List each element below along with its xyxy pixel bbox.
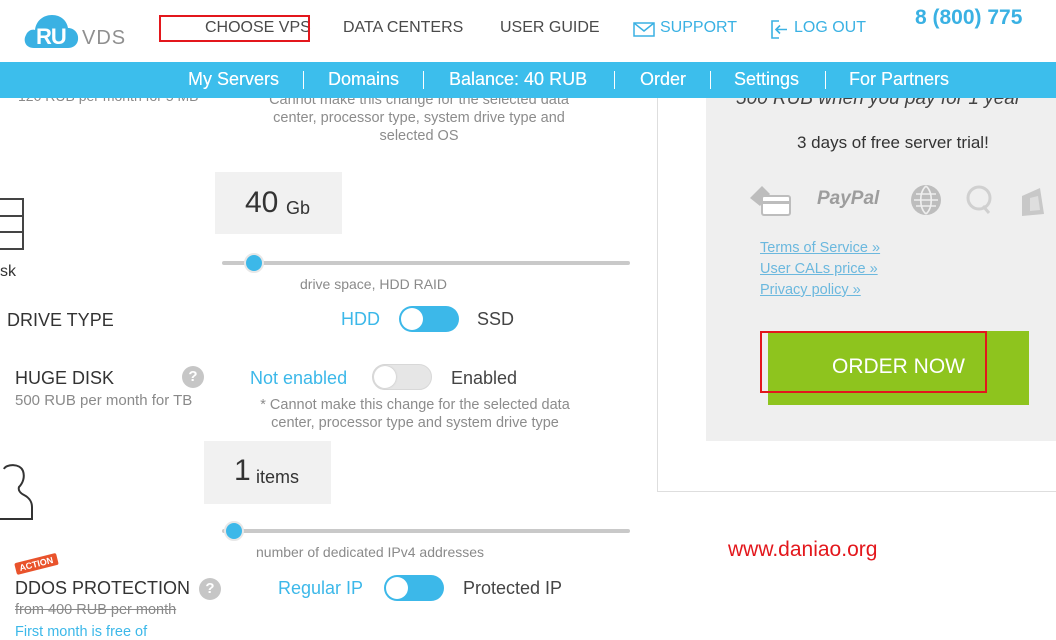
user-icon — [0, 464, 33, 520]
envelope-icon[interactable] — [633, 22, 655, 37]
ddos-old-price: from 400 RUB per month — [15, 602, 177, 618]
menu-domains[interactable]: Domains — [328, 69, 399, 90]
ddos-protected-ip[interactable]: Protected IP — [463, 578, 562, 599]
os-restriction-note: Cannot make this change for the selected… — [269, 92, 569, 144]
menu-separator — [423, 71, 424, 89]
privacy-policy-link[interactable]: Privacy policy » — [760, 282, 861, 298]
menu-separator — [614, 71, 615, 89]
nav-data-centers[interactable]: DATA CENTERS — [343, 19, 463, 37]
ip-unit: items — [256, 467, 300, 487]
choose-vps-highlight — [159, 15, 310, 42]
webmoney-globe-icon — [911, 185, 941, 215]
ip-slider-handle[interactable] — [224, 521, 244, 541]
ip-value: 1 — [234, 454, 251, 487]
ddos-regular-ip[interactable]: Regular IP — [278, 578, 363, 599]
menu-order[interactable]: Order — [640, 69, 686, 90]
qiwi-icon — [966, 185, 992, 214]
nav-user-guide[interactable]: USER GUIDE — [500, 19, 600, 37]
disk-unit: Gb — [286, 198, 311, 218]
huge-disk-toggle[interactable] — [372, 364, 432, 390]
user-cals-price-link[interactable]: User CALs price » — [760, 261, 878, 277]
menu-separator — [303, 71, 304, 89]
watermark-text: www.daniao.org — [728, 538, 878, 561]
hard-disk-icon — [0, 198, 24, 250]
nav-support[interactable]: SUPPORT — [660, 19, 737, 37]
ruvds-logo[interactable]: RU VDS — [22, 10, 132, 50]
drive-type-toggle[interactable] — [399, 306, 459, 332]
disk-value-box: 40 Gb — [215, 172, 342, 234]
ip-value-box: 1 items — [204, 441, 331, 504]
disk-caption: drive space, HDD RAID — [300, 276, 448, 292]
terms-of-service-link[interactable]: Terms of Service » — [760, 240, 880, 256]
ip-caption: number of dedicated IPv4 addresses — [256, 544, 485, 560]
bank-card-icon — [750, 186, 791, 216]
toggle-knob — [401, 308, 423, 330]
disk-slider-track[interactable] — [222, 261, 630, 265]
phone-number[interactable]: 8 (800) 775 — [915, 6, 1022, 30]
menu-for-partners[interactable]: For Partners — [849, 69, 949, 90]
logout-icon[interactable] — [770, 19, 789, 40]
account-menu-items-top: My Servers Domains Balance: 40 RUB Order… — [0, 62, 1056, 98]
logo-vds-text: VDS — [82, 27, 127, 49]
ip-slider-track[interactable] — [222, 529, 630, 533]
toggle-knob — [374, 366, 396, 388]
huge-disk-enabled[interactable]: Enabled — [451, 368, 517, 389]
ddos-free-note: First month is free of — [15, 624, 148, 640]
action-badge: ACTION — [14, 553, 59, 575]
huge-disk-price: 500 RUB per month for TB — [15, 392, 193, 409]
disk-value: 40 — [245, 186, 279, 219]
wallet-icon — [1022, 188, 1044, 216]
menu-balance[interactable]: Balance: 40 RUB — [449, 69, 587, 90]
paypal-logo: PayPal — [817, 188, 880, 209]
menu-settings[interactable]: Settings — [734, 69, 799, 90]
drive-hdd-option[interactable]: HDD — [341, 309, 380, 330]
help-question-icon[interactable]: ? — [199, 578, 221, 600]
toggle-knob — [386, 577, 408, 599]
free-trial-text: 3 days of free server trial! — [797, 133, 989, 152]
ddos-toggle[interactable] — [384, 575, 444, 601]
huge-disk-note: * Cannot make this change for the select… — [260, 397, 570, 431]
order-now-highlight — [760, 331, 987, 393]
menu-my-servers[interactable]: My Servers — [188, 69, 279, 90]
disk-icon-label: sk — [0, 263, 16, 280]
huge-disk-not-enabled[interactable]: Not enabled — [250, 368, 347, 389]
menu-separator — [825, 71, 826, 89]
drive-type-label: DRIVE TYPE — [7, 310, 114, 330]
help-question-icon[interactable]: ? — [182, 366, 204, 388]
huge-disk-label: HUGE DISK — [15, 368, 115, 388]
drive-ssd-option[interactable]: SSD — [477, 309, 514, 330]
ddos-protection-label: DDOS PROTECTION — [15, 578, 191, 598]
menu-separator — [710, 71, 711, 89]
logo-ru-text: RU — [36, 24, 67, 49]
disk-slider-handle[interactable] — [243, 253, 264, 273]
nav-log-out[interactable]: LOG OUT — [794, 19, 866, 37]
